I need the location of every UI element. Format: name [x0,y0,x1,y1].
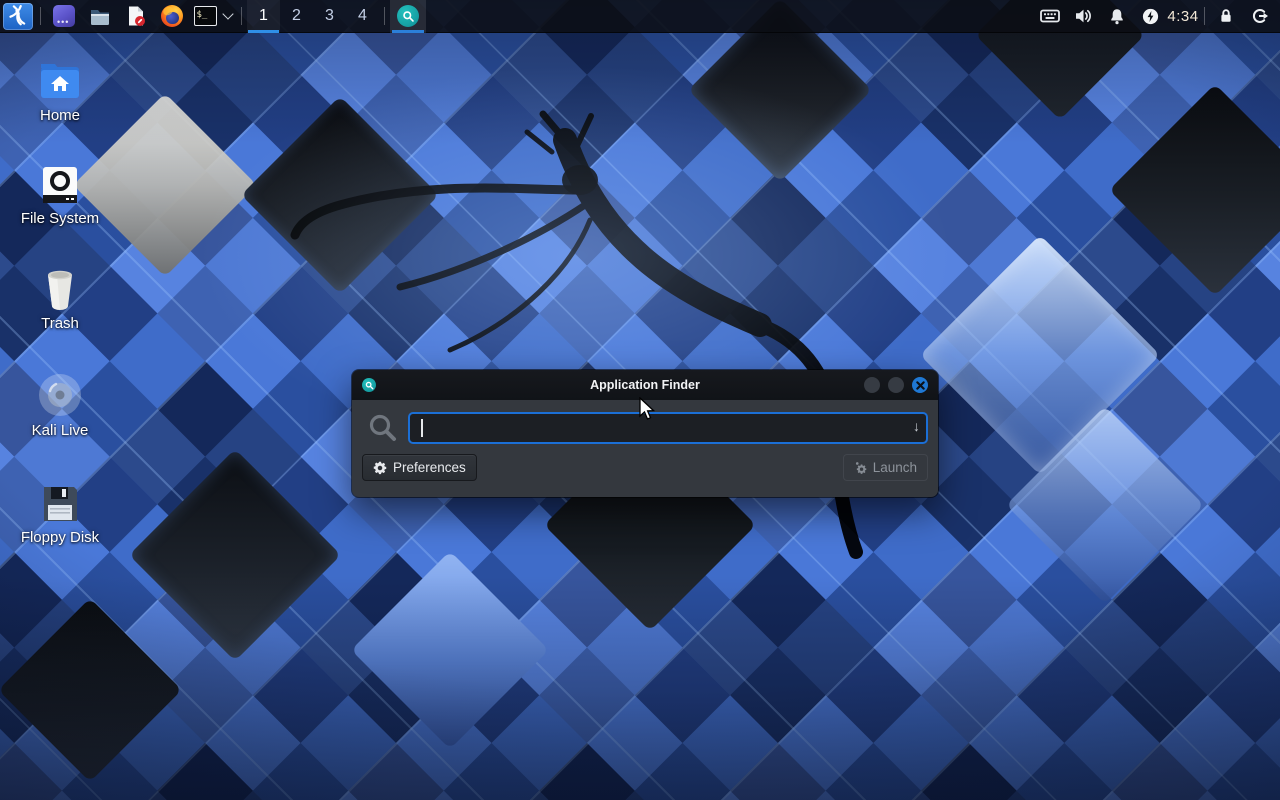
launch-label: Launch [873,460,917,475]
floppy-disk-icon [40,484,80,524]
input-dropdown-arrow[interactable]: ↓ [913,418,920,434]
launcher-app-window[interactable]: ••• [46,0,82,33]
search-icon [368,413,398,443]
panel-separator [40,7,41,25]
launcher-firefox[interactable] [154,0,190,33]
launcher-group-dropdown[interactable] [220,0,236,33]
keyboard-indicator[interactable] [1033,0,1067,33]
volume-indicator[interactable] [1067,0,1101,33]
lock-screen-button[interactable] [1210,0,1242,33]
close-button[interactable] [912,377,928,393]
system-tray: 4:34 [1033,0,1280,33]
preferences-label: Preferences [393,460,466,475]
gear-icon [373,461,387,475]
launch-button[interactable]: Launch [843,454,928,481]
lock-icon [1218,8,1234,24]
chevron-down-icon [222,8,233,19]
folder-icon [89,5,111,27]
titlebar[interactable]: Application Finder [352,370,938,400]
kali-menu-icon [7,5,29,27]
launcher-file-manager[interactable] [82,0,118,33]
maximize-button[interactable] [888,377,904,393]
applications-menu-button[interactable] [1,0,35,33]
workspace-4-button[interactable]: 4 [346,0,379,33]
appfinder-launcher-button[interactable] [390,0,426,33]
workspace-3-button[interactable]: 3 [313,0,346,33]
panel-separator [384,7,385,25]
desktop-icon-label: Trash [41,315,79,332]
terminal-icon: $_ [194,6,217,26]
close-icon [916,381,925,390]
logout-icon [1251,7,1269,25]
launch-gear-icon [854,461,867,474]
desktop-icon-label: Floppy Disk [21,529,99,546]
minimize-button[interactable] [864,377,880,393]
application-finder-window: Application Finder ↓ Preference [352,370,938,497]
clock[interactable]: 4:34 [1167,0,1199,33]
bell-icon [1109,8,1125,25]
panel-separator [1204,7,1205,25]
top-panel: ••• $_ 1 2 3 4 [0,0,1280,33]
home-folder-icon [38,60,82,102]
workspace-1-button[interactable]: 1 [247,0,280,33]
search-input[interactable] [408,412,928,444]
workspace-2-button[interactable]: 2 [280,0,313,33]
trash-icon [40,268,80,310]
window-title: Application Finder [352,378,938,392]
desktop-icon-trash[interactable]: Trash [0,262,120,332]
desktop-icon-label: Home [40,107,80,124]
launcher-terminal[interactable]: $_ [190,0,220,33]
keyboard-icon [1040,8,1060,24]
desktop-icon-floppy-disk[interactable]: Floppy Disk [0,476,120,546]
firefox-icon [161,5,183,27]
desktop-icon-label: File System [21,210,99,227]
panel-separator [241,7,242,25]
power-manager-indicator[interactable] [1133,0,1167,33]
desktop-icon-label: Kali Live [32,422,89,439]
purple-window-icon: ••• [53,5,75,27]
launcher-text-editor[interactable] [118,0,154,33]
text-caret [421,419,423,437]
desktop-icon-kali-live[interactable]: Kali Live [0,369,120,439]
notifications-indicator[interactable] [1101,0,1133,33]
desktop-icon-file-system[interactable]: File System [0,157,120,227]
search-icon [402,10,415,23]
file-system-drive-icon [39,165,81,205]
volume-icon [1075,8,1093,24]
document-edit-icon [125,5,147,27]
optical-disc-icon [38,373,82,417]
power-bolt-icon [1142,8,1159,25]
logout-button[interactable] [1242,0,1278,33]
preferences-button[interactable]: Preferences [362,454,477,481]
mouse-cursor [638,397,658,421]
desktop-icon-home[interactable]: Home [0,54,120,124]
